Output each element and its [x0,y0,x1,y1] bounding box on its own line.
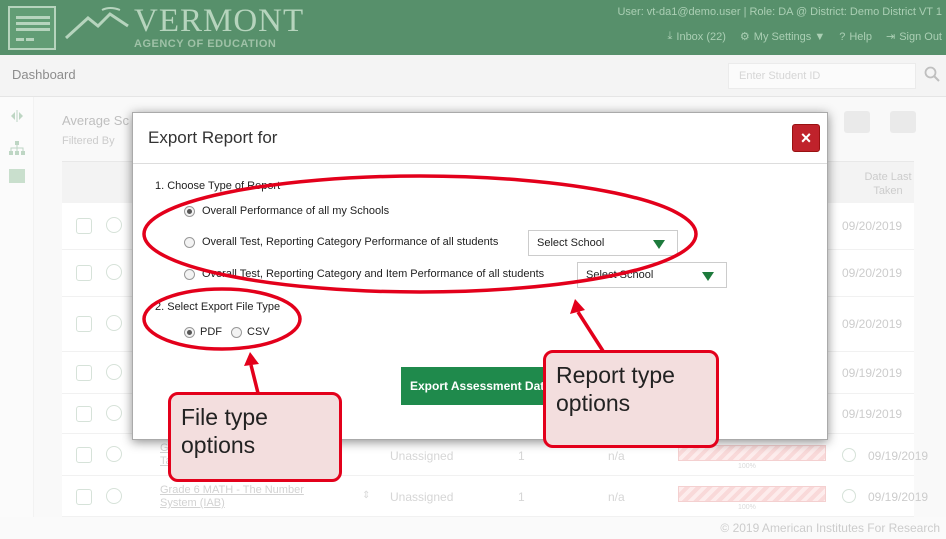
file-type-callout: File type options [168,392,342,482]
report-type-callout: Report type options [543,350,719,448]
file-callout-arrowhead [244,352,259,366]
file-type-highlight [142,287,302,351]
report-callout-arrow [576,311,605,352]
report-options-highlight [142,174,698,294]
file-callout-arrow [249,364,260,394]
screen: VERMONT AGENCY OF EDUCATION User: vt-da1… [0,0,946,539]
report-callout-arrowhead [570,299,585,314]
annotation-overlay [142,174,698,394]
